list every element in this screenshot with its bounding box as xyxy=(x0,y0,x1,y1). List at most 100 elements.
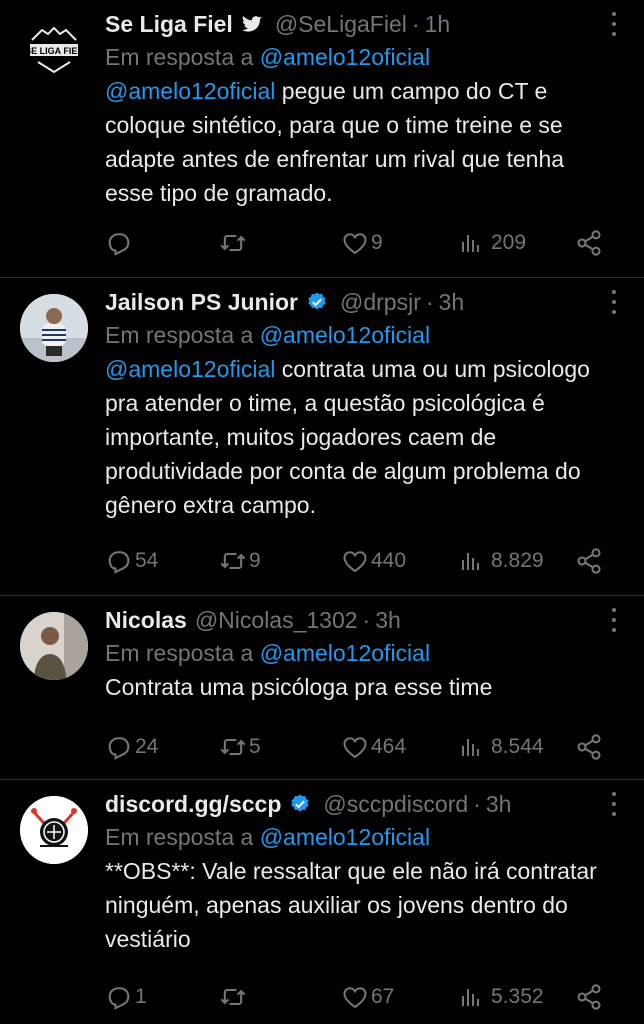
handle[interactable]: @SeLigaFiel xyxy=(275,11,407,38)
separator-dot: · xyxy=(473,790,481,817)
like-button[interactable]: 9 xyxy=(341,228,383,258)
share-icon xyxy=(577,984,601,1010)
reply-icon xyxy=(108,737,130,760)
more-options-icon[interactable] xyxy=(604,290,624,314)
profile-photo xyxy=(20,612,88,680)
tweet-text: **OBS**: Vale ressaltar que ele não irá … xyxy=(105,854,604,956)
like-button[interactable]: 464 xyxy=(341,732,406,762)
corinthians-crest-icon xyxy=(20,796,88,864)
reply-button[interactable]: 54 xyxy=(105,546,158,576)
like-button[interactable]: 440 xyxy=(341,546,406,576)
view-count: 8.829 xyxy=(491,549,544,572)
retweet-count: 5 xyxy=(249,735,261,758)
retweet-count: 9 xyxy=(249,549,261,572)
retweet-icon xyxy=(220,234,246,252)
views-button[interactable]: 8.829 xyxy=(459,546,544,576)
reply-button[interactable]: 24 xyxy=(105,732,158,762)
heart-icon xyxy=(343,551,367,573)
tweet[interactable]: Nicolas @Nicolas_1302 · 3h Em resposta a… xyxy=(0,596,644,780)
verified-badge-icon xyxy=(306,291,328,313)
avatar[interactable] xyxy=(20,294,88,362)
profile-photo xyxy=(20,294,88,362)
more-options-icon[interactable] xyxy=(604,792,624,816)
reply-button[interactable]: 1 xyxy=(105,982,147,1012)
reply-to-link[interactable]: @amelo12oficial xyxy=(260,322,430,348)
mention-link[interactable]: @amelo12oficial xyxy=(105,78,275,104)
like-count: 440 xyxy=(371,549,407,572)
retweet-icon xyxy=(220,738,246,756)
timestamp[interactable]: 1h xyxy=(425,11,451,38)
share-icon xyxy=(577,230,601,256)
display-name[interactable]: discord.gg/sccp xyxy=(105,791,281,818)
like-count: 464 xyxy=(371,735,407,758)
separator-dot: · xyxy=(411,10,420,37)
timestamp[interactable]: 3h xyxy=(486,791,512,818)
tweet[interactable]: SE LIGA FIEL Se Liga Fiel @SeLigaFiel · … xyxy=(0,0,644,278)
reply-button[interactable] xyxy=(105,228,135,258)
reply-prefix: Em resposta a xyxy=(105,824,254,850)
share-button[interactable] xyxy=(575,546,603,576)
verified-badge-icon xyxy=(289,793,311,815)
display-name[interactable]: Nicolas xyxy=(105,607,187,634)
tweet-text: @amelo12oficial pegue um campo do CT e c… xyxy=(105,74,604,210)
share-icon xyxy=(577,548,601,574)
reply-feed: SE LIGA FIEL Se Liga Fiel @SeLigaFiel · … xyxy=(0,0,644,1024)
views-icon xyxy=(462,739,479,756)
reply-context: Em resposta a @amelo12oficial xyxy=(105,820,604,854)
tweet[interactable]: discord.gg/sccp @sccpdiscord · 3h Em res… xyxy=(0,780,644,1024)
retweet-button[interactable]: 5 xyxy=(219,732,261,762)
views-button[interactable]: 5.352 xyxy=(459,982,544,1012)
reply-context: Em resposta a @amelo12oficial xyxy=(105,40,604,74)
like-count: 67 xyxy=(371,985,395,1008)
bird-icon xyxy=(241,13,263,35)
separator-dot: · xyxy=(362,606,371,633)
reply-count: 24 xyxy=(135,735,159,758)
tweet-body: **OBS**: Vale ressaltar que ele não irá … xyxy=(105,858,597,952)
share-button[interactable] xyxy=(575,982,603,1012)
action-bar: 24 5 464 8.544 xyxy=(105,732,624,762)
reply-context: Em resposta a @amelo12oficial xyxy=(105,636,604,670)
reply-to-link[interactable]: @amelo12oficial xyxy=(260,640,430,666)
reply-prefix: Em resposta a xyxy=(105,322,254,348)
timestamp[interactable]: 3h xyxy=(439,289,465,316)
heart-icon xyxy=(343,737,367,759)
tweet-text: Contrata uma psicóloga pra esse time xyxy=(105,670,604,704)
timestamp[interactable]: 3h xyxy=(375,607,401,634)
avatar[interactable] xyxy=(20,796,88,864)
like-button[interactable]: 67 xyxy=(341,982,394,1012)
retweet-button[interactable] xyxy=(219,982,249,1012)
view-count: 8.544 xyxy=(491,735,544,758)
like-count: 9 xyxy=(371,231,383,254)
reply-count: 1 xyxy=(135,985,147,1008)
retweet-button[interactable] xyxy=(219,228,249,258)
tweet[interactable]: Jailson PS Junior @drpsjr · 3h Em respos… xyxy=(0,278,644,596)
avatar[interactable]: SE LIGA FIEL xyxy=(20,16,88,84)
heart-icon xyxy=(343,233,367,255)
reply-to-link[interactable]: @amelo12oficial xyxy=(260,44,430,70)
reply-prefix: Em resposta a xyxy=(105,640,254,666)
avatar[interactable] xyxy=(20,612,88,680)
share-button[interactable] xyxy=(575,732,603,762)
heart-icon xyxy=(343,987,367,1009)
reply-to-link[interactable]: @amelo12oficial xyxy=(260,824,430,850)
action-bar: 54 9 440 8.829 xyxy=(105,546,624,576)
more-options-icon[interactable] xyxy=(604,12,624,36)
handle[interactable]: @Nicolas_1302 xyxy=(195,607,358,634)
retweet-icon xyxy=(220,552,246,570)
mention-link[interactable]: @amelo12oficial xyxy=(105,356,275,382)
views-button[interactable]: 8.544 xyxy=(459,732,544,762)
display-name[interactable]: Se Liga Fiel xyxy=(105,11,233,38)
more-options-icon[interactable] xyxy=(604,608,624,632)
reply-icon xyxy=(108,233,130,256)
handle[interactable]: @sccpdiscord xyxy=(323,791,468,818)
retweet-icon xyxy=(220,988,246,1006)
handle[interactable]: @drpsjr xyxy=(340,289,421,316)
separator-dot: · xyxy=(425,288,434,315)
views-button[interactable]: 209 xyxy=(459,228,526,258)
reply-context: Em resposta a @amelo12oficial xyxy=(105,318,604,352)
retweet-button[interactable]: 9 xyxy=(219,546,261,576)
tweet-text: @amelo12oficial contrata uma ou um psico… xyxy=(105,352,604,522)
share-button[interactable] xyxy=(575,228,603,258)
share-icon xyxy=(577,734,601,760)
display-name[interactable]: Jailson PS Junior xyxy=(105,289,298,316)
